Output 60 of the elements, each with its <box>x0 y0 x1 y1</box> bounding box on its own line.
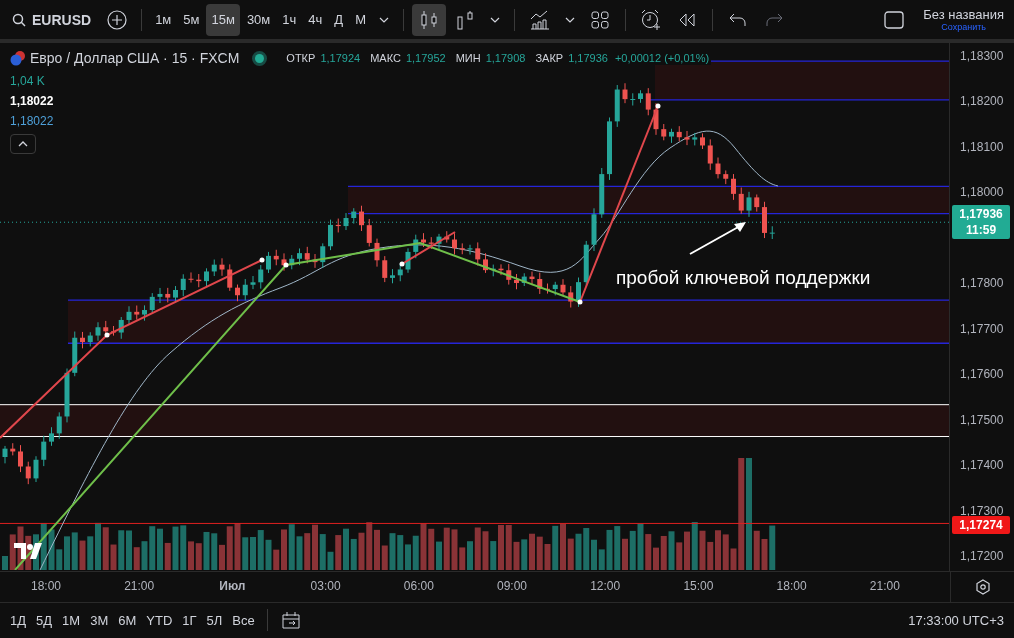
annotation-text: пробой ключевой поддержки <box>616 267 871 290</box>
price-tick: 1,17500 <box>960 412 1004 427</box>
interval-button[interactable]: Д <box>329 3 349 36</box>
ohlc-value: 1,17952 <box>405 52 446 65</box>
range-button[interactable]: 1М <box>58 608 85 632</box>
price-tick: 1,17800 <box>960 276 1004 291</box>
ohlc-label: МАКС <box>370 52 401 65</box>
ohlc-label: ОТКР <box>286 52 316 65</box>
price-tick: 1,17300 <box>960 503 1004 518</box>
save-link[interactable]: Сохранить <box>941 22 986 33</box>
price-line-label: 1,17274 <box>952 515 1011 534</box>
interval-button[interactable]: 4ч <box>303 3 328 36</box>
price-tick: 1,17600 <box>960 367 1004 382</box>
indicator-value: 1,18022 <box>10 94 54 109</box>
price-change: +0,00012 (+0,01%) <box>612 51 712 66</box>
time-tick: 09:00 <box>496 579 528 594</box>
interval-button[interactable]: 15м <box>206 3 240 36</box>
range-button[interactable]: 5Д <box>32 608 57 632</box>
interval-button[interactable]: 5м <box>178 3 205 36</box>
time-tick: 06:00 <box>402 579 435 594</box>
ohlc-value: 1,17908 <box>485 52 526 65</box>
chart-title[interactable]: Без названия <box>923 7 1004 23</box>
symbol-text: EURUSD <box>32 11 92 28</box>
interval-button[interactable]: М <box>350 3 371 36</box>
time-tick: 18:00 <box>775 579 808 594</box>
price-tick: 1,18100 <box>960 139 1004 154</box>
ohlc-value: 1,17936 <box>568 52 608 65</box>
range-button[interactable]: 5Л <box>202 608 227 632</box>
range-button[interactable]: 6М <box>114 608 141 632</box>
indicator-value: 1,18022 <box>10 114 54 129</box>
ohlc-label: ЗАКР <box>535 52 564 65</box>
range-button[interactable]: Все <box>228 608 259 632</box>
range-button[interactable]: 3М <box>86 608 113 632</box>
price-tick: 1,17700 <box>960 321 1004 336</box>
range-button[interactable]: 1Д <box>6 608 31 632</box>
interval-button[interactable]: 1ч <box>277 3 302 36</box>
price-tick: 1,17200 <box>960 549 1004 564</box>
price-tick: 1,18300 <box>960 48 1004 63</box>
symbol-search-button[interactable]: EURUSD <box>4 3 100 36</box>
interval-button[interactable]: 30м <box>241 3 276 36</box>
current-price: 1,17936 <box>959 207 1003 222</box>
clock-text: 17:33:00 UTC+3 <box>908 612 1004 628</box>
volume-value: 1,04 K <box>10 74 45 89</box>
ohlc-value: 1,17924 <box>320 52 361 65</box>
interval-button[interactable]: 1м <box>150 3 177 36</box>
time-tick: 21:00 <box>123 579 156 594</box>
price-tick: 1,17400 <box>960 458 1004 473</box>
price-tick: 1,18200 <box>960 94 1004 109</box>
price-tick: 1,18000 <box>960 185 1004 200</box>
time-tick: 18:00 <box>30 579 62 594</box>
range-button[interactable]: 1Г <box>178 608 201 632</box>
ohlc-label: МИН <box>455 52 481 65</box>
symbol-title: Евро / Доллар США · 15 · FXCM <box>30 50 240 67</box>
time-tick: 03:00 <box>309 579 342 594</box>
time-tick: 12:00 <box>589 579 622 594</box>
time-tick: 21:00 <box>868 579 901 594</box>
countdown: 11:59 <box>966 223 997 238</box>
time-tick: Июл <box>218 579 247 594</box>
time-tick: 15:00 <box>682 579 715 594</box>
range-button[interactable]: YTD <box>142 608 177 632</box>
